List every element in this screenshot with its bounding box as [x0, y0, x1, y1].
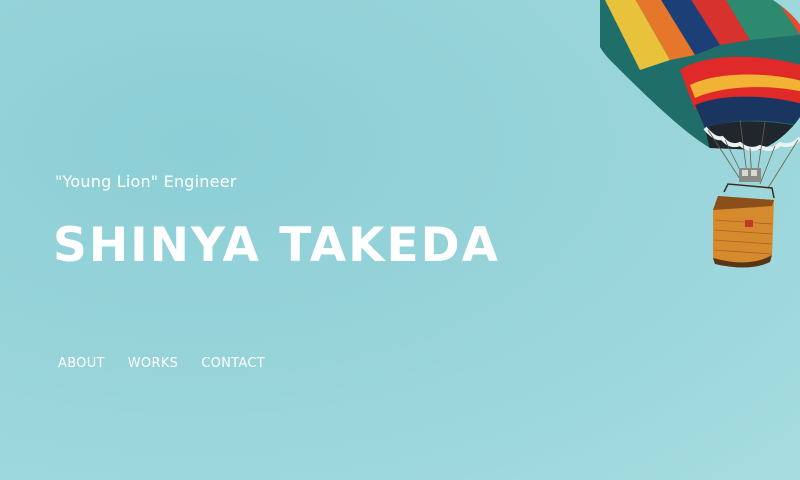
nav-item-contact[interactable]: CONTACT [201, 356, 265, 371]
hot-air-balloon-image [600, 0, 800, 268]
nav-item-about[interactable]: ABOUT [58, 356, 105, 371]
hero-name: SHINYA TAKEDA [53, 218, 500, 273]
main-nav: ABOUT WORKS CONTACT [58, 356, 265, 371]
hero-tagline: "Young Lion" Engineer [55, 172, 237, 191]
nav-item-works[interactable]: WORKS [128, 356, 178, 371]
hero-section: "Young Lion" Engineer SHINYA TAKEDA ABOU… [0, 0, 800, 480]
